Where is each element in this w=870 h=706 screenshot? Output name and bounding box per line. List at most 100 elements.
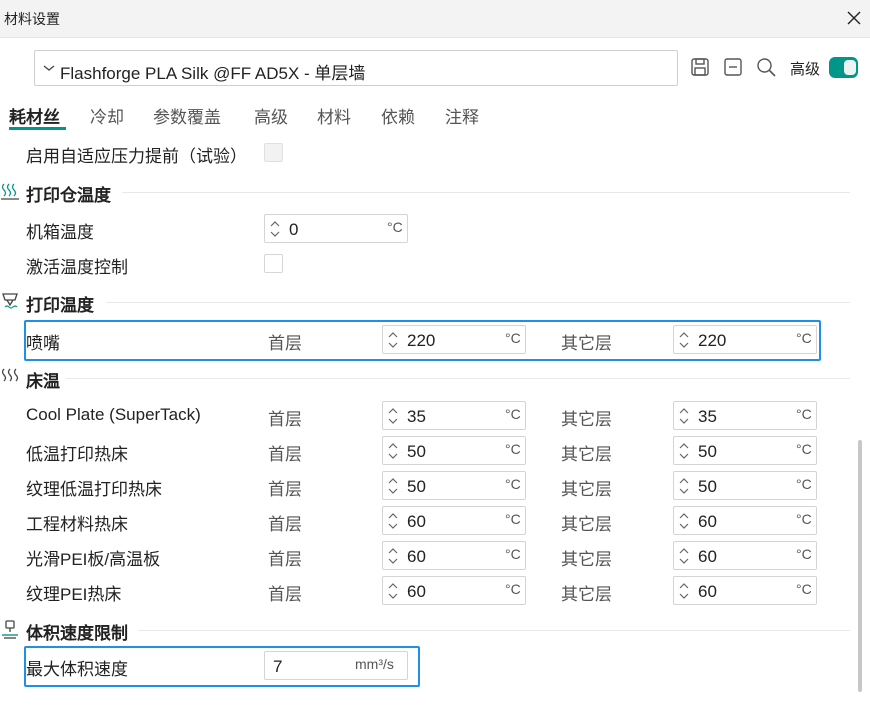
spin-arrows-icon[interactable] (678, 477, 690, 495)
bed-first-layer-input[interactable]: 60 °C (382, 541, 526, 570)
volumetric-section-title: 体积速度限制 (26, 624, 128, 643)
bed-first-layer-value: 60 (407, 582, 426, 601)
max-volumetric-label: 最大体积速度 (26, 660, 128, 679)
bed-other-layers-input[interactable]: 60 °C (673, 541, 817, 570)
max-volumetric-value: 7 (273, 657, 283, 676)
section-divider (138, 630, 850, 631)
section-divider (106, 302, 850, 303)
close-icon[interactable] (842, 6, 866, 30)
chevron-down-icon (41, 60, 57, 76)
bed-other-layers-value: 35 (698, 407, 717, 426)
unit-label: °C (796, 581, 812, 597)
tab-dependencies[interactable]: 依赖 (381, 103, 415, 128)
spin-arrows-icon[interactable] (678, 512, 690, 530)
spin-arrows-icon[interactable] (387, 547, 399, 565)
nozzle-other-layers-value: 220 (698, 331, 727, 350)
bed-plate-label: Cool Plate (SuperTack) (26, 405, 201, 424)
bed-plate-label: 纹理PEI热床 (26, 585, 122, 604)
unit-label: °C (796, 330, 812, 346)
other-layers-label: 其它层 (561, 585, 612, 604)
unit-label: °C (505, 330, 521, 346)
save-icon[interactable] (689, 56, 711, 78)
volume-speed-icon (0, 619, 20, 639)
spin-arrows-icon[interactable] (387, 442, 399, 460)
section-divider (122, 192, 850, 193)
spin-arrows-icon[interactable] (269, 220, 281, 238)
toggle-knob (844, 60, 856, 75)
section-divider (66, 378, 850, 379)
bed-other-layers-input[interactable]: 50 °C (673, 471, 817, 500)
active-tab-indicator (9, 127, 66, 130)
bed-first-layer-input[interactable]: 60 °C (382, 576, 526, 605)
chamber-temp-label: 机箱温度 (26, 223, 94, 242)
other-layers-label: 其它层 (561, 334, 612, 353)
minus-square-icon[interactable] (722, 56, 744, 78)
chamber-temp-value: 0 (289, 220, 299, 239)
bed-first-layer-input[interactable]: 50 °C (382, 471, 526, 500)
spin-arrows-icon[interactable] (387, 512, 399, 530)
unit-label: °C (505, 511, 521, 527)
print-temp-section-title: 打印温度 (26, 296, 94, 315)
nozzle-first-layer-value: 220 (407, 331, 436, 350)
tab-overrides[interactable]: 参数覆盖 (153, 103, 221, 128)
bed-other-layers-input[interactable]: 60 °C (673, 506, 817, 535)
unit-label: mm³/s (355, 656, 394, 672)
max-volumetric-input[interactable]: 7 mm³/s (264, 651, 408, 680)
unit-label: °C (796, 511, 812, 527)
chamber-section-title: 打印仓温度 (26, 186, 111, 205)
bed-plate-label: 光滑PEI板/高温板 (26, 550, 161, 569)
search-icon[interactable] (755, 56, 777, 78)
spin-arrows-icon[interactable] (387, 331, 399, 349)
bed-other-layers-value: 60 (698, 547, 717, 566)
bed-plate-label: 纹理低温打印热床 (26, 480, 162, 499)
activate-temp-control-label: 激活温度控制 (26, 258, 128, 277)
spin-arrows-icon[interactable] (678, 442, 690, 460)
tab-advanced[interactable]: 高级 (254, 103, 288, 128)
spin-arrows-icon[interactable] (678, 582, 690, 600)
spin-arrows-icon[interactable] (387, 582, 399, 600)
chamber-temp-input[interactable]: 0 °C (264, 214, 408, 243)
preset-dropdown[interactable]: Flashforge PLA Silk @FF AD5X - 单层墙 (34, 50, 678, 86)
bed-temp-section-title: 床温 (26, 372, 60, 391)
unit-label: °C (796, 406, 812, 422)
bed-first-layer-value: 50 (407, 477, 426, 496)
bed-first-layer-value: 35 (407, 407, 426, 426)
unit-label: °C (796, 546, 812, 562)
first-layer-label: 首层 (268, 515, 302, 534)
first-layer-label: 首层 (268, 410, 302, 429)
unit-label: °C (796, 476, 812, 492)
unit-label: °C (387, 219, 403, 235)
advanced-label: 高级 (790, 61, 821, 78)
nozzle-first-layer-input[interactable]: 220 °C (382, 325, 526, 354)
first-layer-label: 首层 (268, 334, 302, 353)
bed-first-layer-value: 50 (407, 442, 426, 461)
bed-first-layer-value: 60 (407, 512, 426, 531)
tab-filament[interactable]: 耗材丝 (9, 103, 60, 128)
window-title: 材料设置 (4, 11, 60, 27)
preset-value: Flashforge PLA Silk @FF AD5X - 单层墙 (60, 64, 366, 83)
activate-temp-control-checkbox[interactable] (264, 254, 283, 273)
bed-first-layer-input[interactable]: 50 °C (382, 436, 526, 465)
bed-other-layers-input[interactable]: 60 °C (673, 576, 817, 605)
spin-arrows-icon[interactable] (678, 547, 690, 565)
spin-arrows-icon[interactable] (678, 407, 690, 425)
nozzle-other-layers-input[interactable]: 220 °C (673, 325, 817, 354)
bed-first-layer-input[interactable]: 35 °C (382, 401, 526, 430)
other-layers-label: 其它层 (561, 515, 612, 534)
advanced-toggle[interactable] (829, 57, 858, 78)
bed-plate-label: 低温打印热床 (26, 445, 128, 464)
bed-other-layers-value: 50 (698, 477, 717, 496)
nozzle-icon (0, 291, 20, 311)
bed-other-layers-input[interactable]: 50 °C (673, 436, 817, 465)
spin-arrows-icon[interactable] (387, 477, 399, 495)
bed-other-layers-input[interactable]: 35 °C (673, 401, 817, 430)
tab-cooling[interactable]: 冷却 (90, 103, 124, 128)
bed-first-layer-input[interactable]: 60 °C (382, 506, 526, 535)
bed-plate-label: 工程材料热床 (26, 515, 128, 534)
spin-arrows-icon[interactable] (387, 407, 399, 425)
spin-arrows-icon[interactable] (678, 331, 690, 349)
tab-material[interactable]: 材料 (317, 103, 351, 128)
unit-label: °C (796, 441, 812, 457)
tab-notes[interactable]: 注释 (445, 103, 479, 128)
scrollbar[interactable] (858, 440, 862, 692)
